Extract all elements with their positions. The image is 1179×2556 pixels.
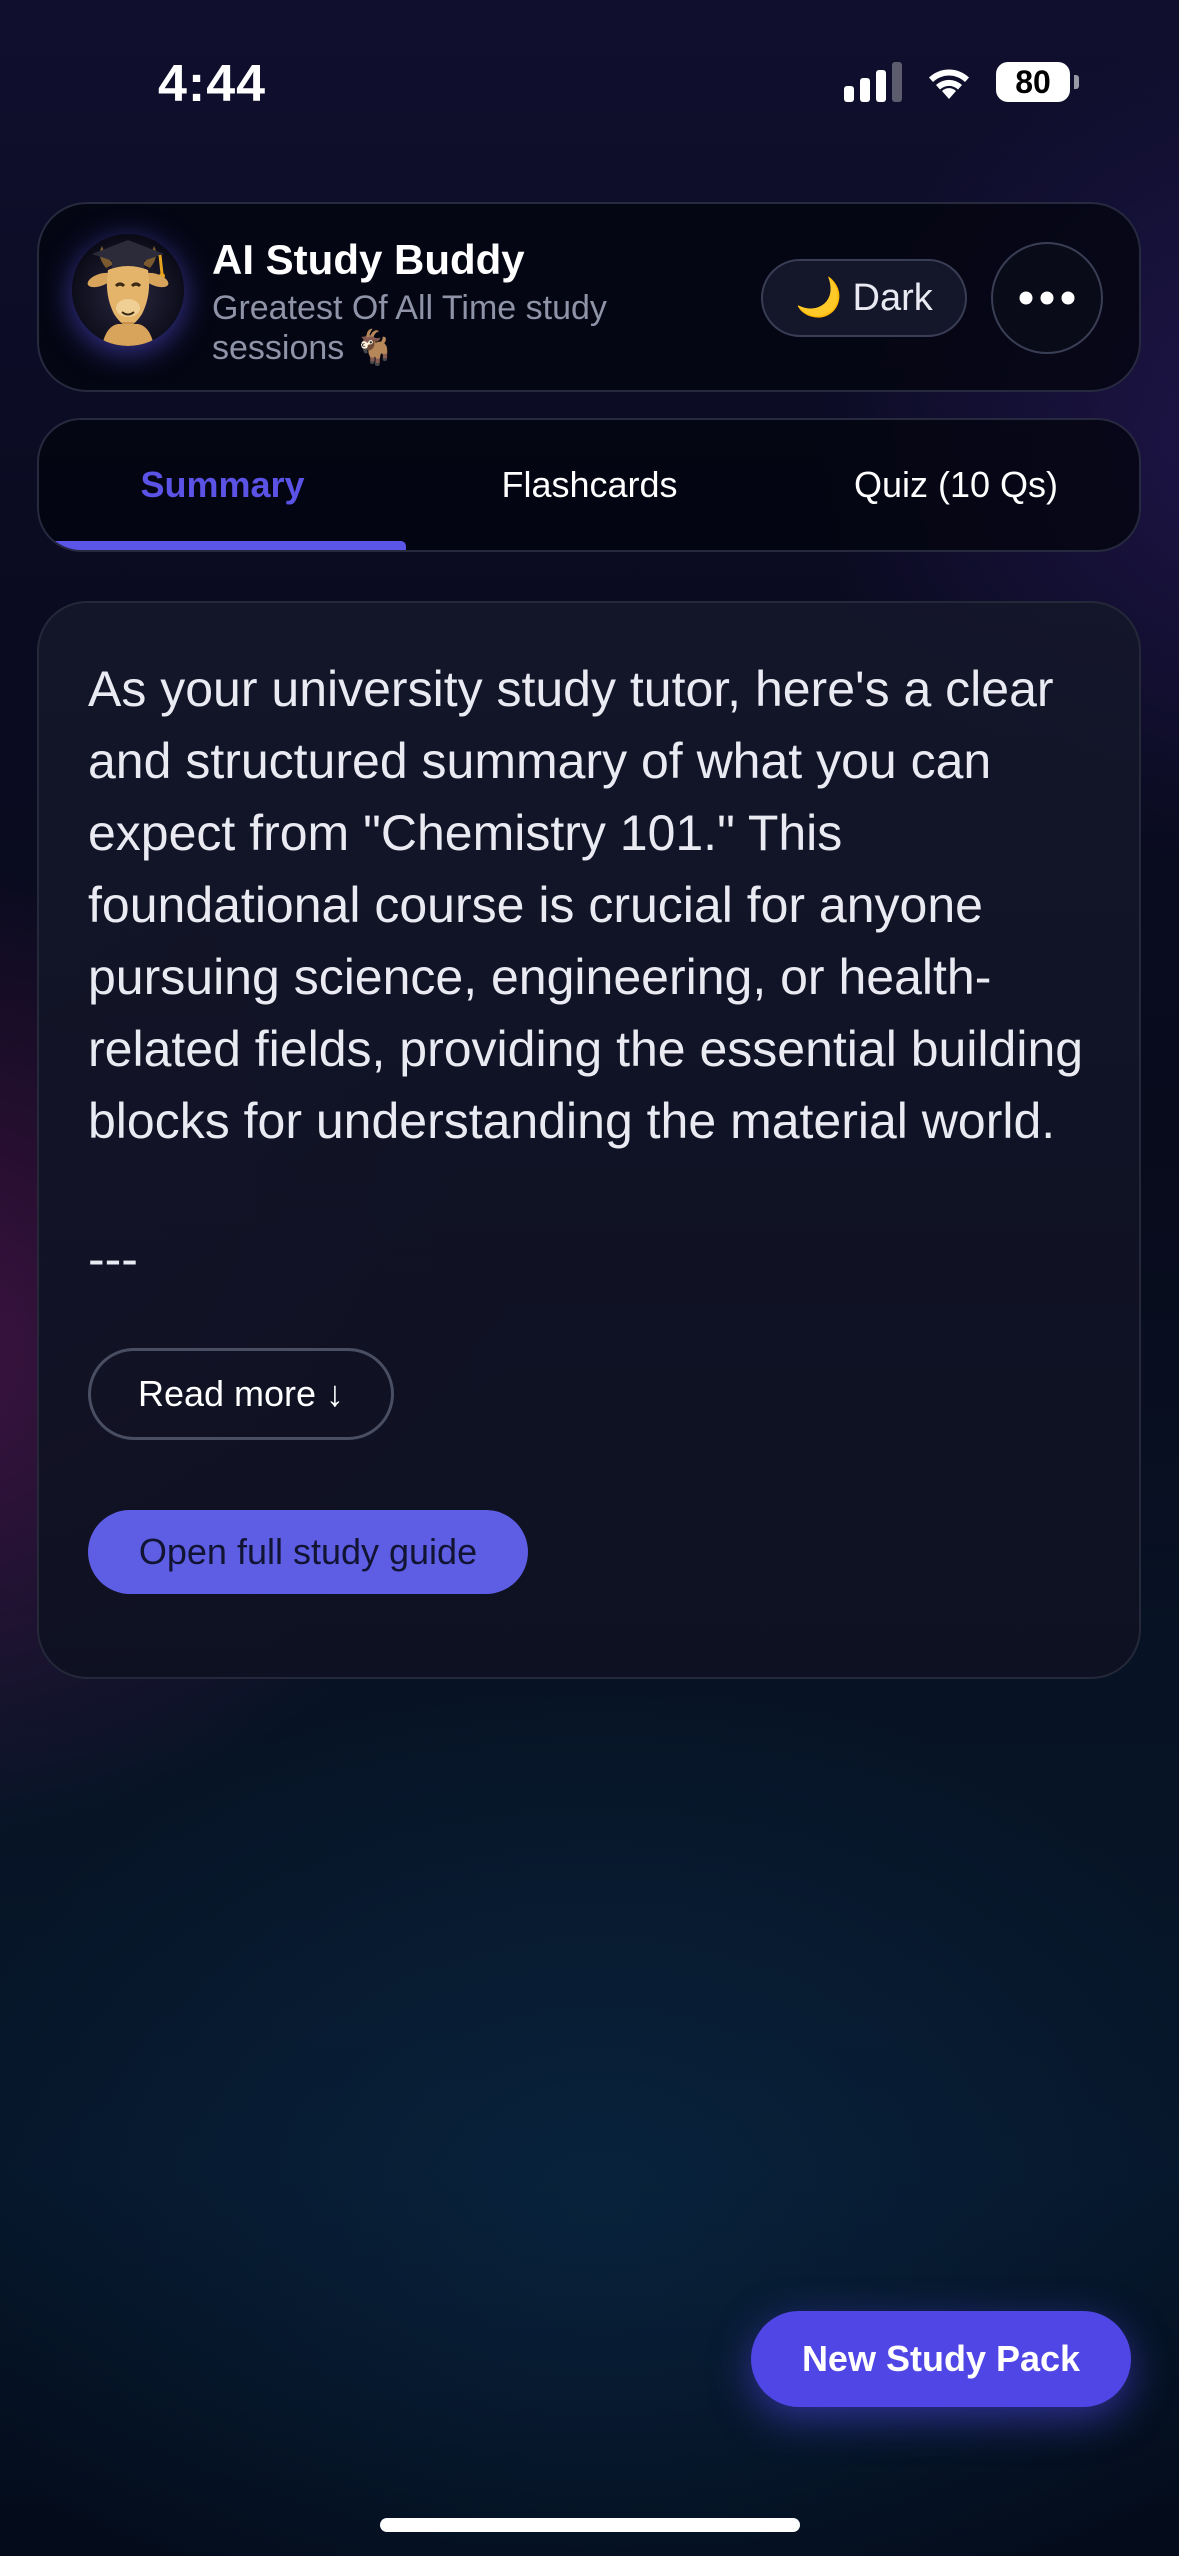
status-time: 4:44 <box>158 55 267 113</box>
read-more-button[interactable]: Read more ↓ <box>88 1348 394 1440</box>
tab-flashcards[interactable]: Flashcards <box>406 420 773 550</box>
read-more-label: Read more <box>137 1373 317 1414</box>
theme-toggle-button[interactable]: 🌙 Dark <box>761 259 967 337</box>
theme-toggle-label: Dark <box>852 276 933 319</box>
battery-icon: 80 <box>996 62 1070 102</box>
app-subtitle: Greatest Of All Time study sessions 🐐 <box>212 289 607 367</box>
tab-quiz[interactable]: Quiz (10 Qs) <box>773 420 1139 550</box>
goat-avatar-icon <box>72 234 184 346</box>
tab-summary[interactable]: Summary <box>39 420 406 550</box>
open-study-guide-button[interactable]: Open full study guide <box>88 1510 528 1594</box>
more-options-button[interactable] <box>991 242 1103 354</box>
app-title: AI Study Buddy <box>212 236 525 283</box>
arrow-down-icon: ↓ <box>326 1373 345 1414</box>
new-study-pack-button[interactable]: New Study Pack <box>751 2311 1131 2407</box>
moon-icon: 🌙 <box>795 277 843 319</box>
home-indicator <box>380 2518 800 2532</box>
summary-card: As your university study tutor, here's a… <box>37 601 1141 1679</box>
more-icon <box>1019 291 1075 305</box>
app-header: AI Study Buddy Greatest Of All Time stud… <box>37 202 1141 392</box>
wifi-icon <box>929 69 969 99</box>
cellular-signal-icon <box>844 62 902 102</box>
summary-divider: --- <box>88 1231 138 1287</box>
battery-level: 80 <box>1015 63 1051 100</box>
tab-bar: Summary Flashcards Quiz (10 Qs) <box>37 418 1141 552</box>
summary-text: As your university study tutor, here's a… <box>88 661 1084 1149</box>
status-icons: 80 <box>844 62 1079 102</box>
active-tab-indicator <box>39 541 406 550</box>
